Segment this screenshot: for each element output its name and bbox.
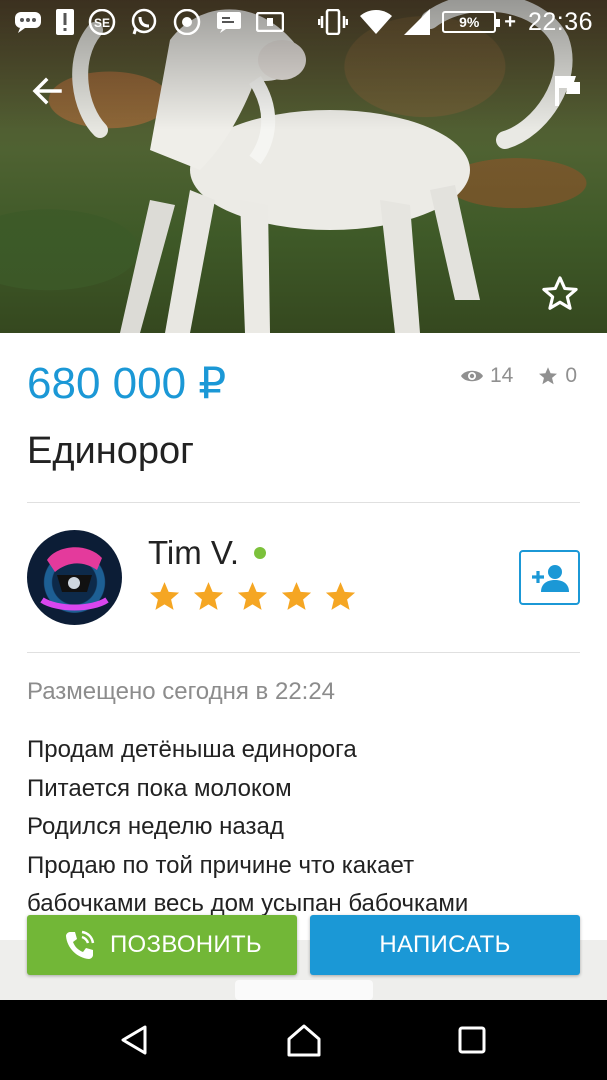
listing-photo[interactable]	[0, 0, 607, 333]
alert-icon	[56, 9, 74, 35]
triangle-back-icon	[121, 1025, 147, 1055]
favorites-stat: 0	[537, 364, 577, 388]
star-outline-icon	[542, 276, 578, 310]
clock: 22:36	[527, 7, 593, 36]
posted-date: Размещено сегодня в 22:24	[27, 678, 336, 705]
divider	[27, 502, 580, 503]
listing-description: Продам детёныша единорога Питается пока …	[27, 731, 587, 924]
seller-avatar[interactable]	[27, 530, 122, 625]
phone-icon	[66, 930, 95, 959]
rating-star-icon	[237, 582, 268, 610]
seller-rating	[148, 580, 357, 613]
price: 680 000 ₽	[27, 359, 227, 408]
description-line: Родился неделю назад	[27, 813, 284, 840]
back-button[interactable]	[24, 68, 70, 114]
eye-icon	[461, 370, 483, 382]
sd-card-icon	[256, 12, 284, 32]
nav-home-button[interactable]	[282, 1018, 326, 1062]
chat-icon	[14, 11, 42, 33]
description-line: Продаю по той причине что какает	[27, 851, 415, 879]
battery-plus-icon: +	[504, 10, 516, 33]
signal-icon	[404, 9, 431, 35]
wifi-icon	[360, 9, 393, 35]
divider	[27, 652, 580, 653]
home-icon	[287, 1024, 321, 1057]
views-stat: 14	[460, 364, 513, 388]
views-count: 14	[490, 364, 514, 387]
svg-text:SE: SE	[94, 16, 110, 30]
sim-icon: SE	[88, 9, 116, 35]
favorites-count: 0	[565, 364, 578, 387]
description-line: Продам детёныша единорога	[27, 736, 357, 763]
square-recents-icon	[458, 1026, 486, 1054]
nav-back-button[interactable]	[112, 1018, 156, 1062]
call-label: ПОЗВОНИТЬ	[110, 931, 262, 958]
star-icon	[539, 367, 558, 385]
system-nav-bar	[0, 1000, 607, 1080]
favorite-button[interactable]	[538, 272, 582, 316]
rating-star-icon	[193, 582, 224, 610]
write-label: НАПИСАТЬ	[379, 931, 511, 958]
vibrate-icon	[318, 9, 349, 35]
nav-recents-button[interactable]	[450, 1018, 494, 1062]
report-button[interactable]	[546, 70, 588, 112]
listing-title: Единорог	[27, 430, 194, 472]
add-user-icon	[531, 564, 569, 592]
rating-star-icon	[281, 582, 312, 610]
rating-star-icon	[325, 582, 356, 610]
description-line: Питается пока молоком	[27, 774, 292, 802]
call-button[interactable]: ПОЗВОНИТЬ	[27, 915, 297, 975]
camera-icon	[172, 9, 202, 35]
add-contact-button[interactable]	[519, 550, 580, 605]
message-icon	[216, 11, 242, 33]
status-bar: SE 9% + 22:36	[0, 0, 607, 44]
battery-charging-icon: 9%	[442, 11, 501, 33]
flag-icon	[555, 76, 580, 106]
rating-star-icon	[149, 582, 180, 610]
online-indicator	[254, 547, 266, 559]
battery-percent: 9%	[459, 14, 480, 30]
arrow-left-icon	[32, 77, 62, 105]
listing-stats: 14 0	[460, 364, 577, 388]
whatsapp-icon	[130, 8, 158, 36]
seller-name[interactable]: Tim V.	[148, 534, 239, 572]
write-button[interactable]: НАПИСАТЬ	[310, 915, 580, 975]
